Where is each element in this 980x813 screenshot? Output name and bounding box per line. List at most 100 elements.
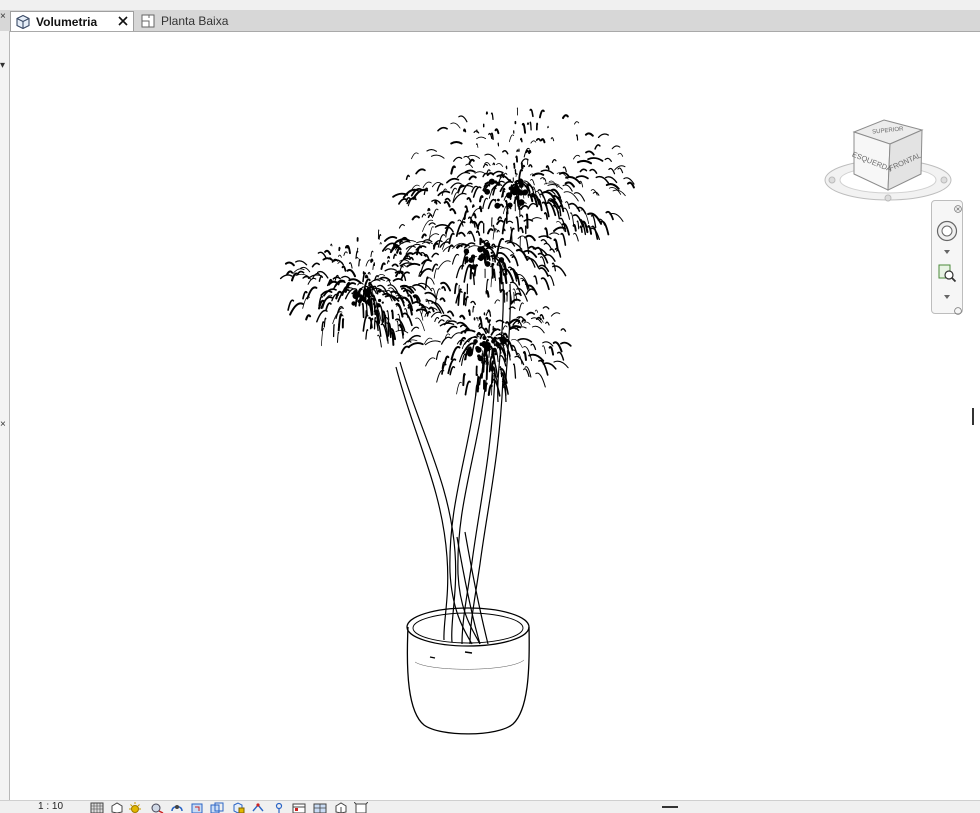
leaf-stroke — [427, 150, 437, 152]
leaf-stroke — [509, 307, 515, 309]
leaf-stroke — [380, 242, 381, 244]
tab-volumetria[interactable]: Volumetria — [10, 11, 134, 31]
highlight-displacement-icon[interactable] — [334, 802, 348, 813]
leaf-stroke — [296, 261, 307, 265]
constraints-icon[interactable] — [354, 802, 368, 813]
leaf-stroke — [506, 201, 508, 214]
leaf-stroke — [561, 343, 571, 346]
analytical-model-icon[interactable] — [313, 802, 327, 813]
leaf-stroke — [520, 215, 523, 217]
leaf-stroke — [536, 373, 545, 387]
leaf-stroke — [356, 257, 358, 259]
leaf-stroke — [433, 209, 438, 216]
leaf-cluster — [477, 246, 483, 252]
leaf-stroke — [459, 233, 465, 236]
chevron-down-icon[interactable] — [944, 244, 950, 258]
worksharing-icon[interactable] — [292, 802, 306, 813]
leaf-stroke — [489, 200, 495, 209]
leaf-stroke — [451, 333, 462, 338]
leaf-stroke — [436, 225, 448, 227]
leaf-stroke — [558, 352, 564, 360]
crop-view-icon[interactable] — [190, 802, 204, 813]
leaf-stroke — [326, 303, 331, 309]
leaf-cluster — [495, 342, 500, 347]
leaf-stroke — [575, 122, 579, 124]
leaf-stroke — [388, 261, 390, 264]
leaf-cluster — [491, 255, 494, 258]
view-scale[interactable]: 1 : 10 — [38, 801, 63, 813]
leaf-stroke — [451, 142, 461, 144]
leaf-stroke — [426, 358, 435, 366]
viewport-resize-handle[interactable] — [972, 408, 974, 425]
unlock-3d-icon[interactable] — [231, 802, 245, 813]
leaf-stroke — [522, 280, 527, 289]
3d-viewport[interactable]: SUPERIOR ESQUERDA FRONTAL — [10, 32, 980, 800]
close-icon[interactable] — [954, 202, 962, 216]
leaf-stroke — [281, 275, 292, 279]
leaf-stroke — [392, 333, 394, 345]
show-crop-icon[interactable] — [210, 802, 224, 813]
leaf-stroke — [521, 206, 527, 209]
chevron-down-icon[interactable]: ▾ — [0, 61, 5, 71]
leaf-stroke — [413, 216, 419, 219]
leaf-cluster — [485, 261, 491, 267]
leaf-cluster — [351, 301, 355, 305]
leaf-stroke — [607, 184, 619, 189]
visual-style-icon[interactable] — [110, 802, 124, 813]
leaf-stroke — [518, 236, 525, 239]
leaf-stroke — [423, 182, 431, 187]
leaf-stroke — [506, 293, 507, 296]
leaf-stroke — [517, 150, 518, 152]
leaf-stroke — [399, 225, 404, 229]
shadows-icon[interactable] — [150, 802, 164, 813]
leaf-stroke — [400, 252, 401, 254]
leaf-stroke — [452, 347, 460, 359]
leaf-stroke — [489, 324, 490, 333]
leaf-stroke — [543, 342, 553, 346]
detail-level-icon[interactable] — [90, 802, 104, 813]
leaf-stroke — [524, 352, 526, 360]
leaf-stroke — [473, 306, 474, 312]
temporary-hide-icon[interactable] — [251, 802, 265, 813]
leaf-stroke — [394, 279, 403, 281]
status-divider — [662, 806, 678, 808]
tab-planta-baixa[interactable]: Planta Baixa — [136, 11, 246, 31]
resize-handle-icon[interactable] — [954, 304, 962, 318]
leaf-stroke — [552, 160, 556, 163]
leaf-stroke — [448, 311, 453, 315]
leaf-cluster — [494, 352, 497, 355]
leaf-stroke — [586, 133, 593, 135]
leaf-stroke — [438, 191, 449, 195]
leaf-stroke — [457, 173, 469, 178]
leaf-stroke — [440, 323, 453, 326]
reveal-hidden-icon[interactable] — [272, 802, 286, 813]
leaf-stroke — [325, 251, 330, 254]
close-icon[interactable] — [116, 14, 130, 28]
zoom-region-icon[interactable] — [937, 263, 957, 286]
leaf-cluster — [376, 303, 380, 307]
leaf-cluster — [497, 264, 499, 266]
render-icon[interactable] — [170, 802, 184, 813]
leaf-stroke — [402, 275, 405, 281]
leaf-stroke — [416, 169, 425, 173]
leaf-stroke — [434, 269, 437, 279]
sun-path-icon[interactable] — [128, 802, 142, 813]
leaf-stroke — [460, 316, 464, 319]
leaf-stroke — [446, 199, 450, 201]
leaf-stroke — [469, 310, 470, 315]
steering-wheel-icon[interactable] — [936, 220, 958, 245]
tab-label: Planta Baixa — [161, 14, 228, 28]
leaf-stroke — [385, 249, 390, 251]
leaf-stroke — [588, 158, 602, 161]
leaf-stroke — [588, 226, 591, 234]
leaf-stroke — [371, 251, 373, 257]
leaf-stroke — [469, 217, 472, 221]
leaf-cluster — [479, 257, 484, 262]
leaf-stroke — [618, 168, 623, 173]
close-icon[interactable]: × — [0, 420, 6, 430]
leaf-stroke — [476, 144, 478, 148]
leaf-stroke — [609, 169, 615, 174]
leaf-cluster — [358, 299, 362, 303]
chevron-down-icon[interactable] — [944, 289, 950, 303]
close-icon[interactable]: × — [0, 12, 6, 22]
